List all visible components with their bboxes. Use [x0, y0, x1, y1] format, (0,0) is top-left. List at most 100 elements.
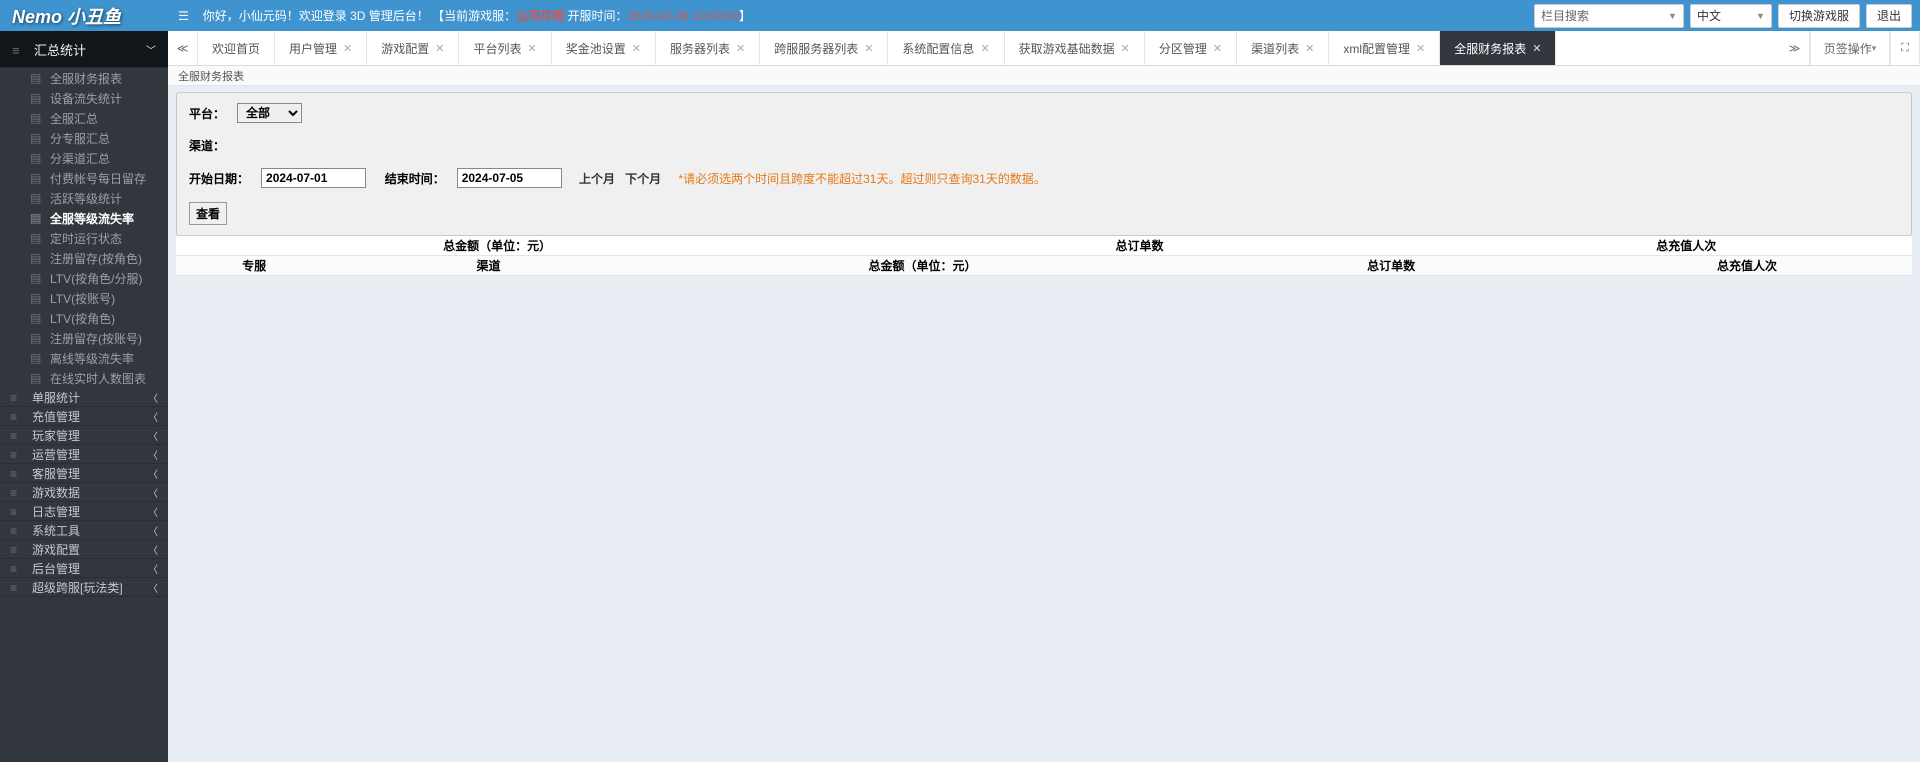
welcome-text: 你好，小仙元码！欢迎登录 3D 管理后台！ 【当前游戏服：山河月明 开服时间：2…: [199, 7, 1534, 24]
sidebar-item-label: 注册留存(按角色): [50, 250, 142, 267]
close-icon[interactable]: ✕: [435, 42, 444, 55]
tab[interactable]: xml配置管理✕: [1329, 31, 1440, 65]
sidebar-item[interactable]: ▤设备流失统计: [0, 88, 168, 108]
list-icon: ≡: [10, 467, 22, 481]
sidebar-toggle-icon[interactable]: ☰: [168, 9, 199, 23]
tab-scroll-left-button[interactable]: ≪: [168, 31, 198, 65]
tab[interactable]: 跨服服务器列表✕: [760, 31, 888, 65]
tab-scroll-right-button[interactable]: ≫: [1780, 31, 1810, 65]
column-search-select[interactable]: 栏目搜索 ▼: [1534, 4, 1684, 28]
close-icon[interactable]: ✕: [864, 42, 873, 55]
tab-label: 平台列表: [473, 40, 521, 57]
list-icon: ≡: [10, 524, 22, 538]
th-orders: 总订单数: [1200, 257, 1582, 274]
sidebar-category-label: 游戏数据: [32, 486, 80, 500]
channel-label: 渠道：: [189, 137, 225, 154]
platform-select[interactable]: 全部: [237, 103, 302, 123]
book-icon: ▤: [30, 111, 42, 125]
tab-label: 用户管理: [289, 40, 337, 57]
sidebar-category-label: 后台管理: [32, 562, 80, 576]
sidebar-category-summary[interactable]: ≡汇总统计 ﹀: [0, 31, 168, 68]
close-icon[interactable]: ✕: [1532, 42, 1541, 55]
prev-month-link[interactable]: 上个月: [579, 170, 615, 187]
tab[interactable]: 全服财务报表✕: [1440, 31, 1556, 65]
logout-button[interactable]: 退出: [1866, 4, 1912, 28]
language-select[interactable]: 中文 ▼: [1690, 4, 1772, 28]
sidebar-item-label: 全服财务报表: [50, 70, 122, 87]
tab[interactable]: 欢迎首页: [198, 31, 275, 65]
tab[interactable]: 游戏配置✕: [367, 31, 459, 65]
sidebar-category[interactable]: ≡游戏数据〈: [0, 483, 168, 502]
sidebar-item-label: 离线等级流失率: [50, 350, 134, 367]
sidebar-category[interactable]: ≡超级跨服[玩法类]〈: [0, 578, 168, 597]
sidebar-item[interactable]: ▤注册留存(按角色): [0, 248, 168, 268]
tab[interactable]: 渠道列表✕: [1237, 31, 1329, 65]
book-icon: ▤: [30, 271, 42, 285]
sidebar-category[interactable]: ≡运营管理〈: [0, 445, 168, 464]
close-icon[interactable]: ✕: [343, 42, 352, 55]
list-icon: ≡: [10, 410, 22, 424]
sidebar-item[interactable]: ▤定时运行状态: [0, 228, 168, 248]
breadcrumb: 全服财务报表: [168, 66, 1920, 86]
close-icon[interactable]: ✕: [1305, 42, 1314, 55]
sidebar-item[interactable]: ▤全服汇总: [0, 108, 168, 128]
tab-operations-dropdown[interactable]: 页签操作 ▾: [1810, 31, 1890, 65]
tab[interactable]: 服务器列表✕: [656, 31, 760, 65]
welcome-prefix: 你好，小仙元码！欢迎登录 3D 管理后台！: [203, 9, 429, 23]
sidebar-category[interactable]: ≡系统工具〈: [0, 521, 168, 540]
sidebar-category-label: 单服统计: [32, 391, 80, 405]
close-icon[interactable]: ✕: [1213, 42, 1222, 55]
sidebar-category[interactable]: ≡后台管理〈: [0, 559, 168, 578]
end-date-label: 结束时间：: [385, 170, 445, 187]
tab-fullscreen-button[interactable]: ⛶: [1890, 31, 1920, 65]
caret-down-icon: ▾: [1872, 43, 1877, 54]
switch-server-button[interactable]: 切换游戏服: [1778, 4, 1860, 28]
close-icon[interactable]: ✕: [736, 42, 745, 55]
sidebar-item[interactable]: ▤LTV(按角色): [0, 308, 168, 328]
sidebar-item[interactable]: ▤分专服汇总: [0, 128, 168, 148]
tab[interactable]: 平台列表 ✕: [459, 31, 551, 65]
tab[interactable]: 用户管理 ✕: [275, 31, 367, 65]
sidebar-item[interactable]: ▤注册留存(按账号): [0, 328, 168, 348]
sidebar-category[interactable]: ≡日志管理〈: [0, 502, 168, 521]
sidebar-category[interactable]: ≡充值管理〈: [0, 407, 168, 426]
sidebar-item[interactable]: ▤全服等级流失率: [0, 208, 168, 228]
sidebar-item[interactable]: ▤分渠道汇总: [0, 148, 168, 168]
sidebar-item[interactable]: ▤活跃等级统计: [0, 188, 168, 208]
tab[interactable]: 奖金池设置 ✕: [552, 31, 656, 65]
tab-label: 奖金池设置: [566, 40, 626, 57]
caret-down-icon: ▼: [1668, 11, 1677, 21]
sidebar-item[interactable]: ▤全服财务报表: [0, 68, 168, 88]
sidebar-item[interactable]: ▤离线等级流失率: [0, 348, 168, 368]
close-icon[interactable]: ✕: [1121, 42, 1130, 55]
next-month-link[interactable]: 下个月: [625, 170, 661, 187]
sidebar-item[interactable]: ▤LTV(按账号): [0, 288, 168, 308]
sidebar-category-label: 系统工具: [32, 524, 80, 538]
sidebar-item[interactable]: ▤LTV(按角色/分服): [0, 268, 168, 288]
start-date-input[interactable]: [261, 168, 366, 188]
close-icon[interactable]: ✕: [632, 42, 641, 55]
tab[interactable]: 系统配置信息✕: [888, 31, 1004, 65]
end-date-input[interactable]: [457, 168, 562, 188]
sidebar-category-label: 运营管理: [32, 448, 80, 462]
sidebar-category[interactable]: ≡玩家管理〈: [0, 426, 168, 445]
chevron-left-icon: 〈: [148, 428, 158, 443]
tab[interactable]: 获取游戏基础数据 ✕: [1005, 31, 1145, 65]
tab[interactable]: 分区管理✕: [1145, 31, 1237, 65]
th-server: 专服: [176, 257, 332, 274]
tab-label: 获取游戏基础数据: [1019, 40, 1115, 57]
book-icon: ▤: [30, 231, 42, 245]
list-icon: ≡: [10, 581, 22, 595]
sidebar-item[interactable]: ▤付费帐号每日留存: [0, 168, 168, 188]
close-icon[interactable]: ✕: [1416, 42, 1425, 55]
sidebar-category[interactable]: ≡游戏配置〈: [0, 540, 168, 559]
th-total-amount: 总金额（单位：元）: [176, 237, 818, 254]
th-amount: 总金额（单位：元）: [645, 257, 1201, 274]
sidebar-category[interactable]: ≡单服统计〈: [0, 388, 168, 407]
close-icon[interactable]: ✕: [528, 42, 537, 55]
close-icon[interactable]: ✕: [980, 42, 989, 55]
list-icon: ≡: [10, 486, 22, 500]
sidebar-category[interactable]: ≡客服管理〈: [0, 464, 168, 483]
sidebar-item[interactable]: ▤在线实时人数图表: [0, 368, 168, 388]
search-button[interactable]: 查看: [189, 202, 227, 225]
